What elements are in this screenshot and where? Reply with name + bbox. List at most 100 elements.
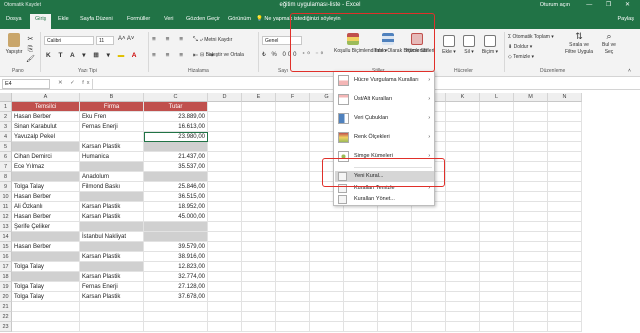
empty-cell[interactable] bbox=[548, 182, 582, 192]
empty-cell[interactable] bbox=[242, 292, 276, 302]
column-header-n[interactable]: N bbox=[548, 93, 582, 102]
font-style-icons[interactable]: K T A ▾ ⊞ ▾ ▬ A bbox=[46, 51, 139, 59]
empty-cell[interactable] bbox=[446, 282, 480, 292]
empty-cell[interactable] bbox=[514, 322, 548, 332]
row-header[interactable]: 21 bbox=[0, 302, 12, 312]
empty-cell[interactable] bbox=[446, 142, 480, 152]
empty-cell[interactable] bbox=[548, 292, 582, 302]
empty-cell[interactable] bbox=[446, 152, 480, 162]
row-header[interactable]: 11 bbox=[0, 202, 12, 212]
empty-cell[interactable] bbox=[310, 312, 344, 322]
empty-cell[interactable] bbox=[446, 242, 480, 252]
table-cell[interactable] bbox=[80, 192, 144, 202]
empty-cell[interactable] bbox=[310, 212, 344, 222]
column-header-a[interactable]: A bbox=[12, 93, 80, 102]
empty-cell[interactable] bbox=[480, 282, 514, 292]
empty-cell[interactable] bbox=[378, 272, 412, 282]
empty-cell[interactable] bbox=[548, 312, 582, 322]
empty-cell[interactable] bbox=[344, 292, 378, 302]
empty-cell[interactable] bbox=[548, 152, 582, 162]
empty-cell[interactable] bbox=[412, 302, 446, 312]
worksheet-grid[interactable]: ABCDEFGHIJKLMN1TemsilciFirmaTutar2Hasan … bbox=[0, 93, 640, 333]
empty-cell[interactable] bbox=[548, 302, 582, 312]
table-cell[interactable] bbox=[80, 262, 144, 272]
table-cell[interactable]: 23.889,00 bbox=[144, 112, 208, 122]
table-cell[interactable]: Ece Yılmaz bbox=[12, 162, 80, 172]
empty-cell[interactable] bbox=[548, 102, 582, 112]
sign-in-link[interactable]: Oturum açın bbox=[540, 2, 570, 8]
empty-cell[interactable] bbox=[208, 142, 242, 152]
empty-cell[interactable] bbox=[276, 242, 310, 252]
empty-cell[interactable] bbox=[446, 302, 480, 312]
delete-cells-button[interactable]: Sil ▾ bbox=[460, 35, 478, 55]
empty-cell[interactable] bbox=[242, 122, 276, 132]
menu-item-top-bottom-rules[interactable]: Üst/Alt Kuralları › bbox=[334, 94, 434, 107]
table-cell[interactable]: 18.952,00 bbox=[144, 202, 208, 212]
empty-cell[interactable] bbox=[242, 112, 276, 122]
empty-cell[interactable] bbox=[412, 212, 446, 222]
empty-cell[interactable] bbox=[242, 312, 276, 322]
empty-cell[interactable] bbox=[208, 122, 242, 132]
table-cell[interactable] bbox=[144, 172, 208, 182]
table-cell[interactable]: Karsan Plastik bbox=[80, 272, 144, 282]
empty-cell[interactable] bbox=[412, 312, 446, 322]
tab-page-layout[interactable]: Sayfa Düzeni bbox=[80, 16, 113, 22]
empty-cell[interactable] bbox=[548, 202, 582, 212]
empty-cell[interactable] bbox=[548, 192, 582, 202]
empty-cell[interactable] bbox=[514, 202, 548, 212]
autosum-button[interactable]: Σ Otomatik Toplam ▾ bbox=[508, 34, 554, 40]
table-cell[interactable]: Fernas Enerji bbox=[80, 282, 144, 292]
empty-cell[interactable] bbox=[242, 182, 276, 192]
empty-cell[interactable] bbox=[276, 202, 310, 212]
empty-cell[interactable] bbox=[276, 302, 310, 312]
empty-cell[interactable] bbox=[514, 312, 548, 322]
empty-cell[interactable] bbox=[344, 302, 378, 312]
empty-cell[interactable] bbox=[276, 312, 310, 322]
empty-cell[interactable] bbox=[276, 212, 310, 222]
empty-cell[interactable] bbox=[446, 262, 480, 272]
empty-cell[interactable] bbox=[378, 212, 412, 222]
empty-cell[interactable] bbox=[242, 152, 276, 162]
empty-cell[interactable] bbox=[208, 132, 242, 142]
empty-cell[interactable] bbox=[480, 122, 514, 132]
row-header[interactable]: 20 bbox=[0, 292, 12, 302]
empty-cell[interactable] bbox=[412, 292, 446, 302]
empty-cell[interactable] bbox=[276, 132, 310, 142]
table-cell[interactable]: Şerife Çeliker bbox=[12, 222, 80, 232]
table-cell[interactable]: Hasan Berber bbox=[12, 192, 80, 202]
empty-cell[interactable] bbox=[514, 282, 548, 292]
empty-cell[interactable] bbox=[276, 192, 310, 202]
table-cell[interactable]: Ali Özkanlı bbox=[12, 202, 80, 212]
table-cell[interactable]: Filmond Baskı bbox=[80, 182, 144, 192]
empty-cell[interactable] bbox=[344, 222, 378, 232]
empty-cell[interactable] bbox=[412, 282, 446, 292]
row-header[interactable]: 22 bbox=[0, 312, 12, 322]
empty-cell[interactable] bbox=[446, 252, 480, 262]
empty-cell[interactable] bbox=[378, 312, 412, 322]
table-cell[interactable]: Sinan Karabulut bbox=[12, 122, 80, 132]
empty-cell[interactable] bbox=[242, 282, 276, 292]
empty-cell[interactable] bbox=[276, 182, 310, 192]
table-cell[interactable] bbox=[12, 172, 80, 182]
empty-cell[interactable] bbox=[378, 262, 412, 272]
insert-cells-button[interactable]: Ekle ▾ bbox=[440, 35, 458, 55]
empty-cell[interactable] bbox=[480, 312, 514, 322]
empty-cell[interactable] bbox=[480, 262, 514, 272]
empty-cell[interactable] bbox=[480, 102, 514, 112]
column-header-d[interactable]: D bbox=[208, 93, 242, 102]
column-header-e[interactable]: E bbox=[242, 93, 276, 102]
empty-cell[interactable] bbox=[276, 282, 310, 292]
row-header[interactable]: 17 bbox=[0, 262, 12, 272]
empty-cell[interactable] bbox=[242, 202, 276, 212]
table-cell[interactable]: 36.515,00 bbox=[144, 192, 208, 202]
empty-cell[interactable] bbox=[548, 212, 582, 222]
empty-cell[interactable] bbox=[344, 322, 378, 332]
row-header[interactable]: 10 bbox=[0, 192, 12, 202]
table-cell[interactable]: 45.000,00 bbox=[144, 212, 208, 222]
empty-cell[interactable] bbox=[548, 272, 582, 282]
empty-cell[interactable] bbox=[242, 242, 276, 252]
tab-review[interactable]: Gözden Geçir bbox=[186, 16, 220, 22]
empty-cell[interactable] bbox=[208, 192, 242, 202]
empty-cell[interactable] bbox=[514, 272, 548, 282]
cut-copy-icons[interactable]: ✂ ⎘ 🖌 bbox=[26, 35, 35, 65]
